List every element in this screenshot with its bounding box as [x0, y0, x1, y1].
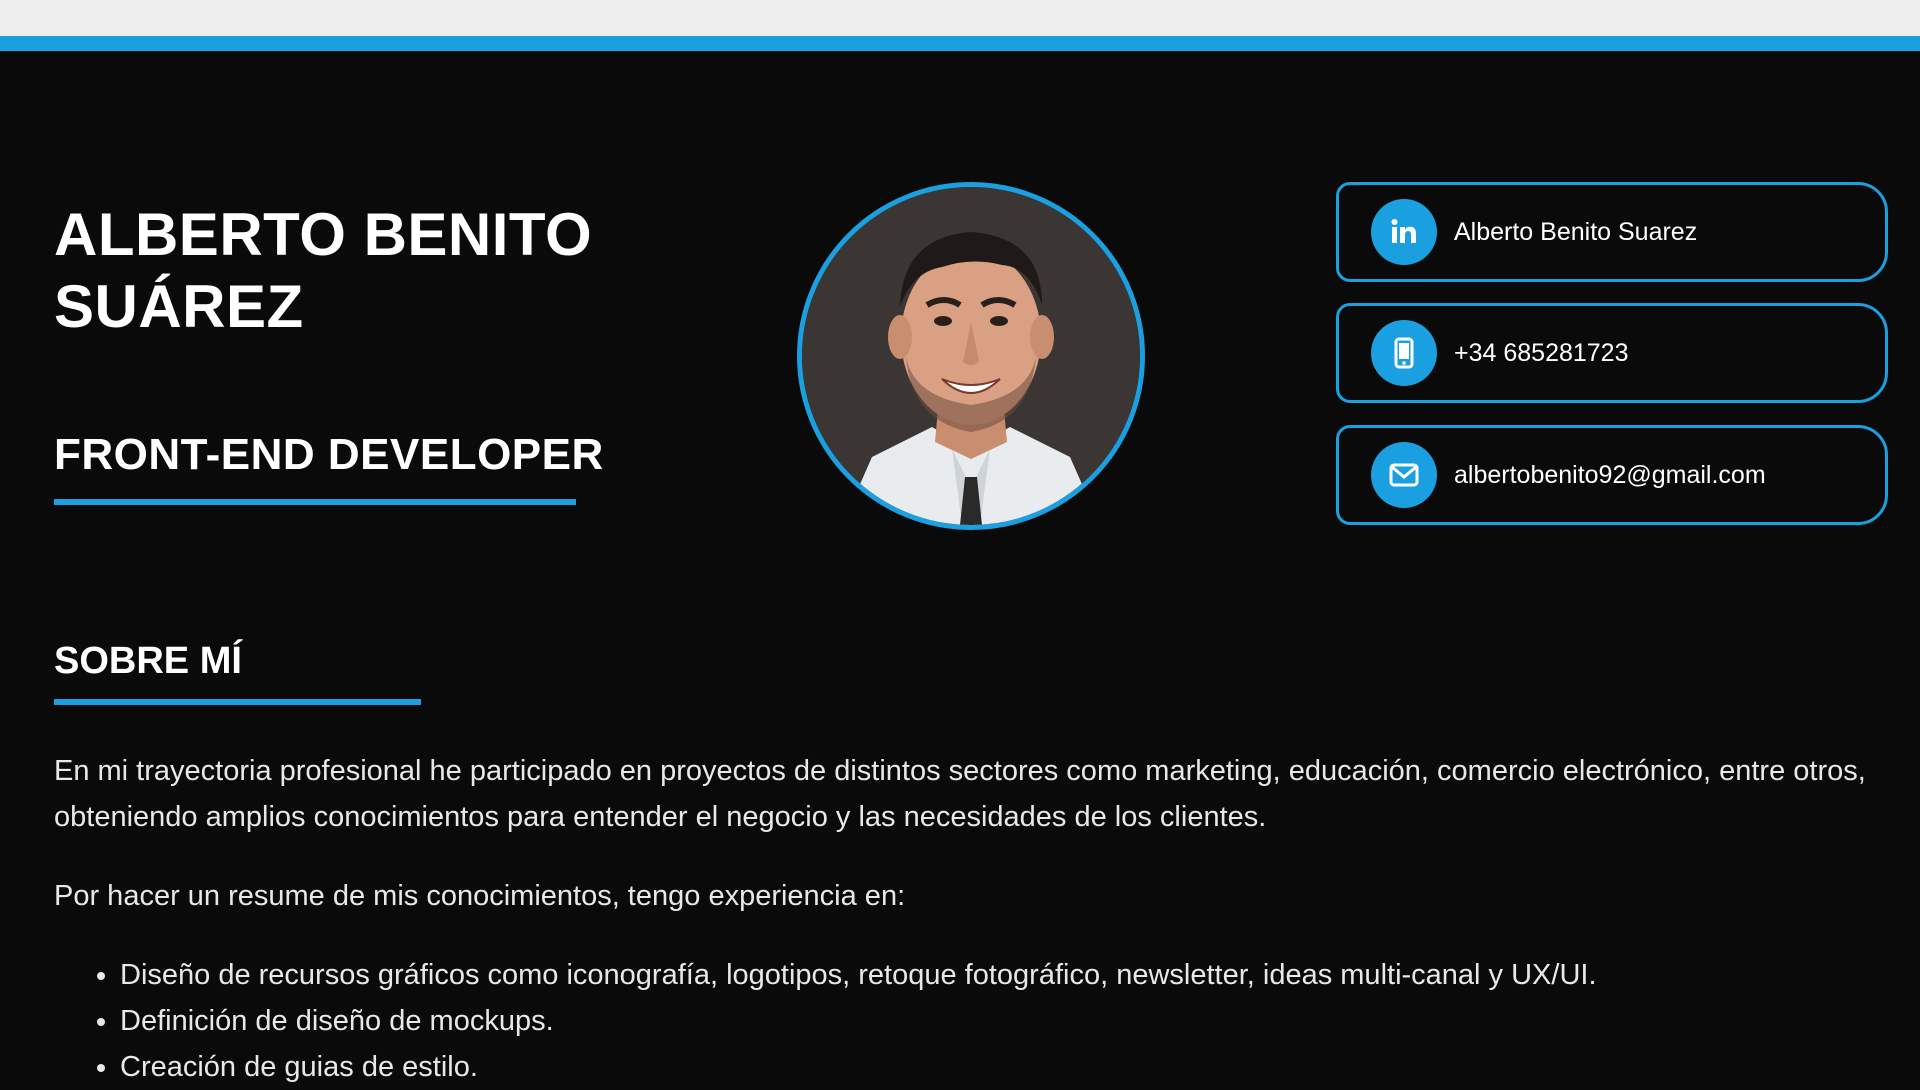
role-underline	[54, 499, 576, 505]
browser-top-bar	[0, 0, 1920, 36]
linkedin-icon	[1371, 199, 1437, 265]
contact-email-text: albertobenito92@gmail.com	[1454, 460, 1766, 489]
about-paragraph-2: Por hacer un resume de mis conocimientos…	[54, 880, 906, 912]
contact-phone[interactable]: +34 685281723	[1336, 303, 1888, 403]
skills-list: Diseño de recursos gráficos como iconogr…	[54, 952, 1597, 1090]
list-item: Diseño de recursos gráficos como iconogr…	[120, 952, 1597, 998]
accent-bar	[0, 36, 1920, 51]
avatar	[797, 182, 1145, 530]
profile-photo	[802, 187, 1140, 525]
about-underline	[54, 699, 421, 705]
contact-linkedin-text: Alberto Benito Suarez	[1454, 217, 1698, 246]
about-title: SOBRE MÍ	[54, 640, 242, 682]
profile-role: FRONT-END DEVELOPER	[54, 430, 604, 479]
list-item: Definición de diseño de mockups.	[120, 998, 1597, 1044]
about-paragraph-1: En mi trayectoria profesional he partici…	[54, 755, 1866, 833]
envelope-icon	[1371, 442, 1437, 508]
list-item: Creación de guias de estilo.	[120, 1044, 1597, 1090]
profile-name-line2: SUÁREZ	[54, 273, 304, 340]
mobile-phone-icon	[1371, 320, 1437, 386]
profile-name-line1: ALBERTO BENITO	[54, 201, 593, 268]
contact-email[interactable]: albertobenito92@gmail.com	[1336, 425, 1888, 525]
contact-phone-text: +34 685281723	[1454, 338, 1629, 367]
contact-linkedin[interactable]: Alberto Benito Suarez	[1336, 182, 1888, 282]
profile-name: ALBERTO BENITO SUÁREZ	[54, 199, 674, 343]
